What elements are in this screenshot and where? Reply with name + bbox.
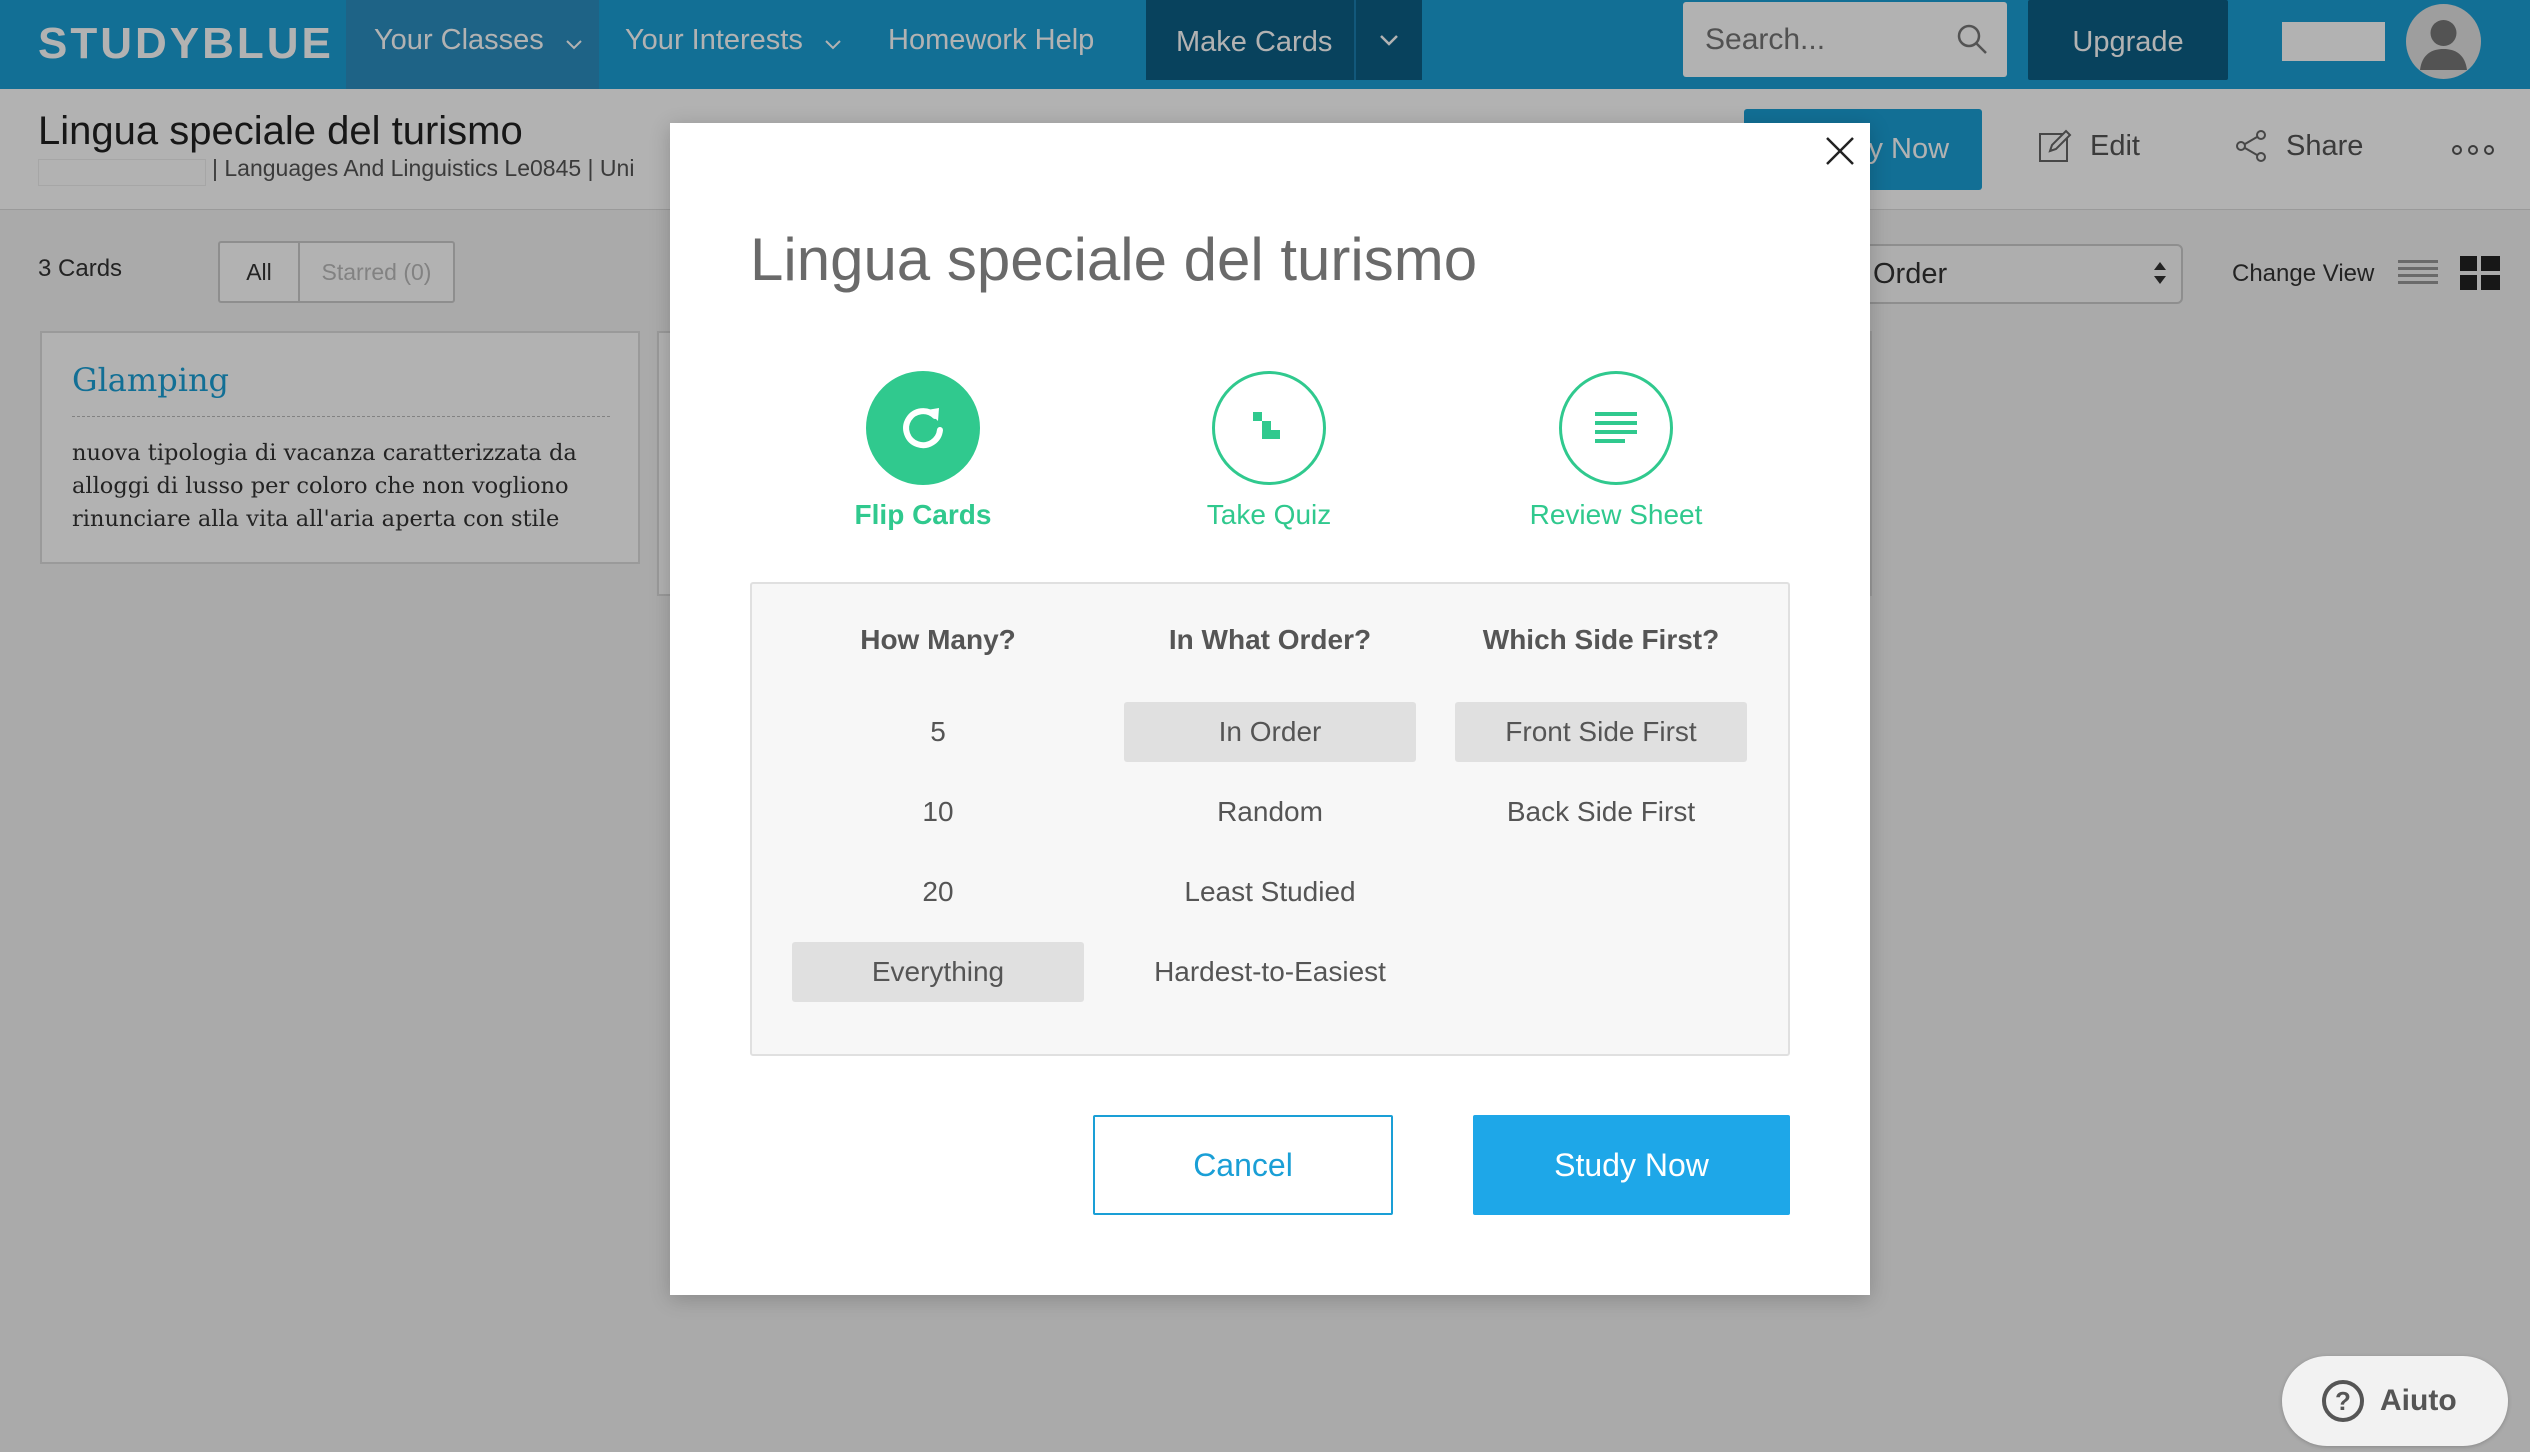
- modal-title: Lingua speciale del turismo: [750, 226, 1478, 293]
- how-many-option[interactable]: 5: [792, 702, 1084, 762]
- how-many-heading: How Many?: [860, 624, 1016, 655]
- study-now-button[interactable]: Study Now: [1473, 1115, 1790, 1215]
- how-many-option[interactable]: 20: [792, 862, 1084, 922]
- mode-flip-cards[interactable]: Flip Cards: [813, 371, 1033, 531]
- mode-label: Flip Cards: [854, 499, 992, 530]
- side-option[interactable]: Back Side First: [1455, 782, 1747, 842]
- quiz-icon: [1212, 371, 1326, 485]
- study-options-panel: How Many? 5 10 20 Everything In What Ord…: [750, 582, 1790, 1056]
- mode-review-sheet[interactable]: Review Sheet: [1506, 371, 1726, 531]
- order-option[interactable]: Random: [1124, 782, 1416, 842]
- question-mark-icon: ?: [2322, 1380, 2364, 1422]
- close-icon[interactable]: [1824, 135, 1856, 172]
- order-option[interactable]: Hardest-to-Easiest: [1124, 942, 1416, 1002]
- how-many-option-selected[interactable]: Everything: [792, 942, 1084, 1002]
- help-label: Aiuto: [2380, 1384, 2457, 1417]
- mode-take-quiz[interactable]: Take Quiz: [1159, 371, 1379, 531]
- cancel-button[interactable]: Cancel: [1093, 1115, 1393, 1215]
- mode-label: Review Sheet: [1529, 499, 1703, 530]
- order-option[interactable]: Least Studied: [1124, 862, 1416, 922]
- side-heading: Which Side First?: [1482, 624, 1720, 655]
- how-many-option[interactable]: 10: [792, 782, 1084, 842]
- order-heading: In What Order?: [1168, 624, 1372, 655]
- order-option-selected[interactable]: In Order: [1124, 702, 1416, 762]
- side-option-selected[interactable]: Front Side First: [1455, 702, 1747, 762]
- help-button[interactable]: ? Aiuto: [2282, 1356, 2508, 1446]
- refresh-icon: [866, 371, 980, 485]
- mode-label: Take Quiz: [1206, 499, 1332, 530]
- list-lines-icon: [1559, 371, 1673, 485]
- study-options-modal: Lingua speciale del turismo Flip Cards T…: [670, 123, 1870, 1295]
